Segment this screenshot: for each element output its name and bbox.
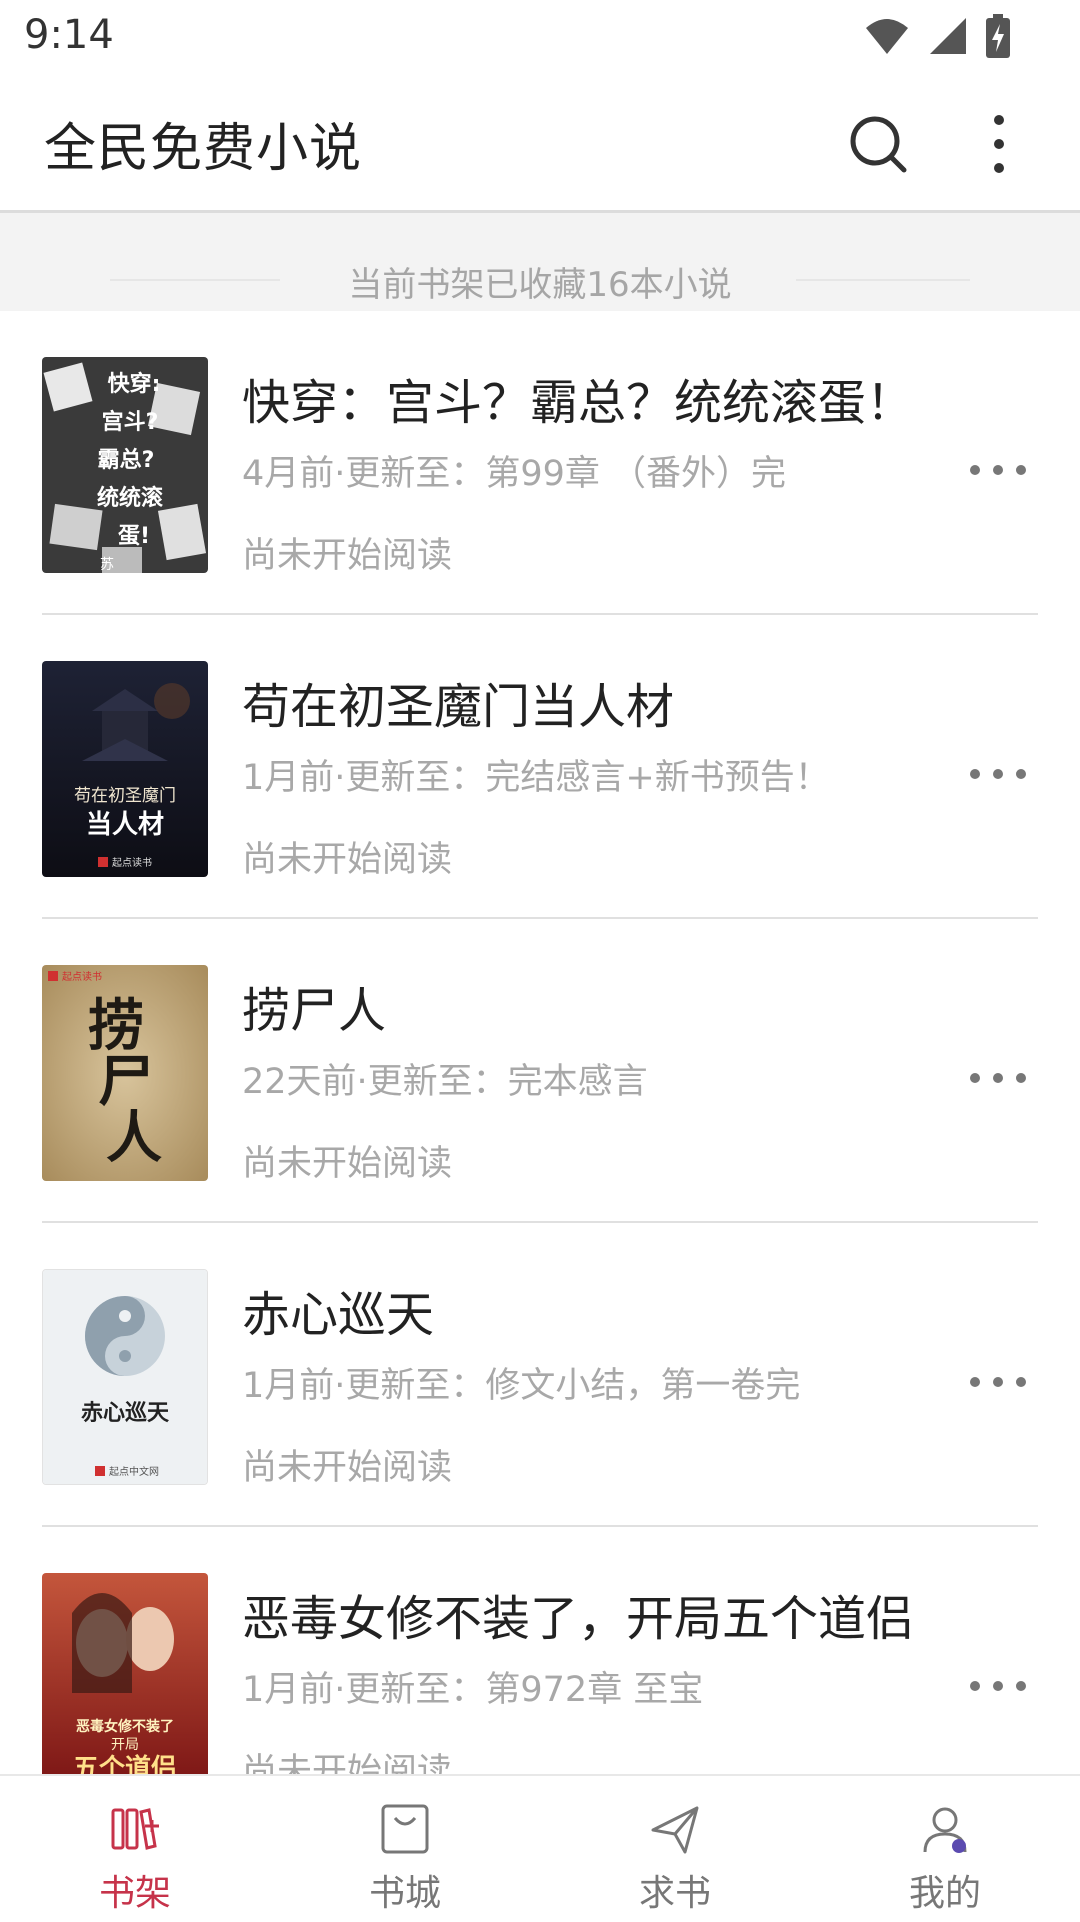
nav-label: 我的 [908,1873,981,1914]
book-item[interactable]: 起点读书 捞 尸 人 捞尸人 22天前·更新至：完本感言 尚未开始阅读 [0,919,1080,1223]
cover-title-line: 宫斗? [102,409,159,435]
cover-title-line: 人 [106,1106,162,1171]
cover-publisher: 起点读书 [112,856,152,869]
cover-title-line: 五个道侣 [73,1753,177,1774]
nav-tab-profile[interactable]: 我的 [810,1776,1080,1922]
book-title[interactable]: 快穿：宫斗？霸总？统统滚蛋！ [242,363,914,433]
app-bar: 全民免费小说 [0,76,1080,213]
book-reading-progress: 尚未开始阅读 [242,1144,453,1184]
cover-title-line: 快穿: [108,371,161,397]
status-bar: 9:14 [0,0,1080,76]
book-item[interactable]: 苟在初圣魔门 当人材 起点读书 苟在初圣魔门当人材 1月前·更新至：完结感言+新… [0,615,1080,919]
book-reading-progress: 尚未开始阅读 [242,1448,453,1488]
book-cover[interactable]: 赤心巡天 起点中文网 [42,1269,208,1485]
battery-charging-icon [986,14,1010,58]
cover-title-line: 开局 [111,1737,139,1753]
book-item[interactable]: 赤心巡天 起点中文网 赤心巡天 1月前·更新至：修文小结，第一卷完 尚未开始阅读 [0,1223,1080,1527]
user-profile-icon [923,1807,967,1853]
book-title[interactable]: 捞尸人 [242,971,386,1041]
book-item[interactable]: 快穿: 宫斗? 霸总? 统统滚 蛋! 苏 快穿：宫斗？霸总？统统滚蛋！ 4月前·… [0,311,1080,615]
cover-publisher: 起点读书 [62,970,102,983]
app-title: 全民免费小说 [44,119,363,179]
book-item[interactable]: 恶毒女修不装了 开局 五个道侣 恶毒女修不装了，开局五个道侣 1月前·更新至：第… [0,1527,1080,1774]
bookstore-bag-icon [381,1804,429,1854]
cover-title-line: 统统滚 [97,485,164,511]
nav-label: 书城 [368,1873,441,1914]
book-cover[interactable]: 恶毒女修不装了 开局 五个道侣 [42,1573,208,1774]
book-update-info: 4月前·更新至：第99章 （番外）完 [242,454,787,494]
book-update-info: 1月前·更新至：修文小结，第一卷完 [242,1366,801,1406]
shelf-summary-text: 当前书架已收藏16本小说 [348,265,732,305]
bookshelf-list[interactable]: 快穿: 宫斗? 霸总? 统统滚 蛋! 苏 快穿：宫斗？霸总？统统滚蛋！ 4月前·… [0,311,1080,1774]
overflow-menu-icon[interactable] [984,106,1014,182]
nav-tab-request-book[interactable]: 求书 [540,1776,810,1922]
book-cover[interactable]: 起点读书 捞 尸 人 [42,965,208,1181]
nav-label: 书架 [98,1873,171,1914]
cover-publisher: 起点中文网 [109,1465,159,1478]
book-more-options-icon[interactable] [966,461,1030,479]
banner-divider-right [796,279,970,281]
book-title[interactable]: 恶毒女修不装了，开局五个道侣 [242,1579,914,1649]
book-reading-progress: 尚未开始阅读 [242,840,453,880]
book-cover[interactable]: 快穿: 宫斗? 霸总? 统统滚 蛋! 苏 [42,357,208,573]
search-icon[interactable] [846,112,910,176]
cover-title-line: 蛋! [118,524,150,549]
book-more-options-icon[interactable] [966,1373,1030,1391]
status-time: 9:14 [24,12,114,58]
book-more-options-icon[interactable] [966,765,1030,783]
book-reading-progress: 尚未开始阅读 [242,1752,453,1774]
book-title[interactable]: 赤心巡天 [242,1275,434,1345]
cover-title-line: 恶毒女修不装了 [76,1718,174,1735]
cover-title-line: 霸总? [98,447,155,473]
bookshelf-icon [111,1808,159,1850]
cover-title-line: 赤心巡天 [81,1401,170,1426]
status-icons [864,12,1010,60]
bottom-navigation: 书架 书城 求书 我的 [0,1774,1080,1922]
nav-tab-bookstore[interactable]: 书城 [270,1776,540,1922]
cover-author: 苏 [100,557,114,573]
book-update-info: 1月前·更新至：完结感言+新书预告！ [242,758,830,798]
shelf-summary-banner: 当前书架已收藏16本小说 [0,213,1080,311]
nav-tab-bookshelf[interactable]: 书架 [0,1776,270,1922]
nav-label: 求书 [638,1873,711,1914]
book-more-options-icon[interactable] [966,1069,1030,1087]
cover-title-line: 当人材 [86,810,164,840]
book-title[interactable]: 苟在初圣魔门当人材 [242,667,674,737]
book-update-info: 22天前·更新至：完本感言 [242,1062,648,1102]
book-update-info: 1月前·更新至：第972章 至宝 [242,1670,704,1710]
cover-title-line: 苟在初圣魔门 [74,786,176,806]
cell-signal-icon [930,18,966,54]
book-cover[interactable]: 苟在初圣魔门 当人材 起点读书 [42,661,208,877]
paper-plane-icon [651,1806,699,1854]
wifi-icon [866,19,908,54]
book-reading-progress: 尚未开始阅读 [242,536,453,576]
book-more-options-icon[interactable] [966,1677,1030,1695]
